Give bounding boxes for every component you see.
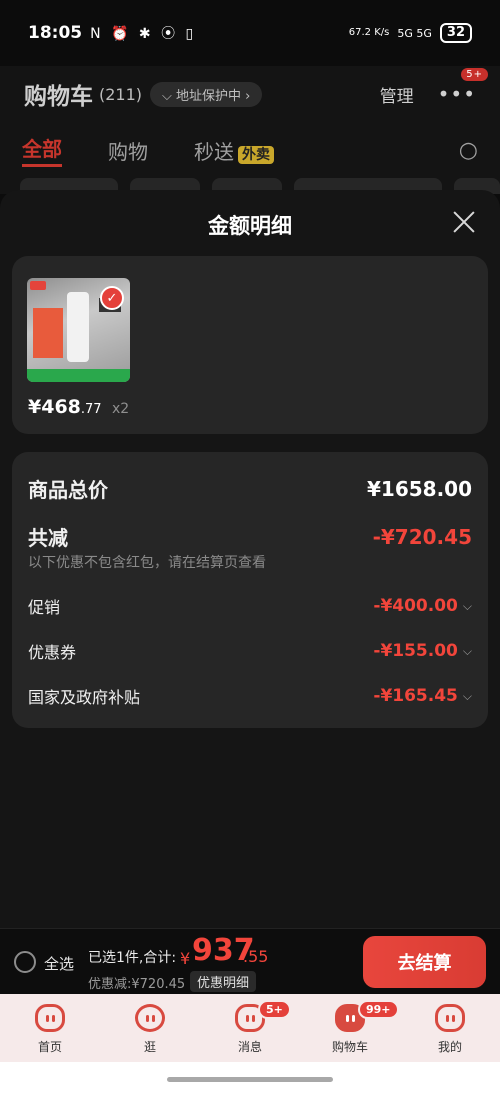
- selected-check-icon[interactable]: ✓: [100, 286, 124, 310]
- cart-header: 购物车 (211) ⌵ 地址保护中 › 管理 ••• 5+: [0, 66, 500, 122]
- address-protect-pill[interactable]: ⌵ 地址保护中 ›: [150, 81, 263, 107]
- discount-note: 以下优惠不包含红包，请在结算页查看: [28, 555, 266, 571]
- more-icon[interactable]: ••• 5+: [438, 68, 488, 106]
- nav-profile-label: 我的: [437, 1040, 462, 1054]
- profile-icon: [435, 1004, 465, 1032]
- coupon-label: 优惠券: [28, 643, 77, 662]
- status-time: 18:05: [28, 23, 83, 43]
- status-right: 67.2 K/s 5G 5G 32: [349, 23, 472, 43]
- chevron-down-icon: ⌵: [462, 688, 472, 703]
- reduce-value: -¥720.45: [372, 524, 472, 549]
- product-poster: [33, 308, 63, 358]
- cart-badge: 99+: [358, 1000, 399, 1019]
- chevron-down-icon: ⌵: [462, 598, 472, 613]
- status-icons: N ⏰ ✱ ⦿ ▯: [90, 26, 197, 42]
- total-label: 商品总价: [28, 478, 108, 502]
- subsidy-value: -¥165.45: [373, 686, 458, 706]
- coupon-row[interactable]: 优惠券 -¥155.00 ⌵: [28, 639, 472, 663]
- chevron-down-icon: ⌵: [462, 643, 472, 658]
- nav-home-label: 首页: [37, 1040, 62, 1054]
- promo-row[interactable]: 促销 -¥400.00 ⌵: [28, 594, 472, 618]
- chosen-count: 已选1件,合计:: [88, 950, 177, 966]
- cart-title: 购物车: [24, 84, 93, 110]
- sheet-title: 金额明细: [208, 214, 292, 238]
- tab-shopping[interactable]: 购物: [108, 136, 148, 165]
- reduce-row: 共减 -¥720.45: [28, 522, 472, 551]
- nav-messages-label: 消息: [237, 1040, 262, 1054]
- takeout-tag: 外卖: [238, 145, 274, 164]
- tab-all[interactable]: 全部: [22, 133, 62, 167]
- reduce-label: 共减: [28, 526, 68, 550]
- item-price-decimal: .77: [80, 402, 102, 417]
- search-icon[interactable]: ○: [459, 138, 478, 163]
- nav-cart-label: 购物车: [331, 1040, 368, 1054]
- promo-value: -¥400.00: [373, 596, 458, 616]
- discount-detail-button[interactable]: 优惠明细: [190, 971, 257, 992]
- shop-tag: [30, 281, 46, 290]
- select-all-label[interactable]: 全选: [44, 953, 74, 974]
- browse-icon: [135, 1004, 165, 1032]
- tab-express[interactable]: 秒送 外卖: [194, 136, 274, 165]
- net-speed: 67.2 K/s: [348, 27, 390, 38]
- cart-tabs: 全部 购物 秒送 外卖 ○: [0, 122, 500, 178]
- summary-card: 商品总价 ¥1658.00 共减 -¥720.45 以下优惠不包含红包，请在结算…: [12, 452, 488, 728]
- battery-icon: 32: [439, 23, 472, 43]
- more-badge: 5+: [461, 68, 488, 81]
- discount-total: 优惠减:¥720.45: [88, 977, 186, 992]
- select-all-radio[interactable]: [14, 951, 36, 973]
- nav-browse[interactable]: 逛: [100, 994, 200, 1062]
- messages-badge: 5+: [258, 1000, 291, 1019]
- total-value: ¥1658.00: [366, 476, 472, 501]
- nav-messages[interactable]: 5+ 消息: [200, 994, 300, 1062]
- item-quantity: x2: [112, 401, 130, 417]
- home-indicator-bar[interactable]: [167, 1077, 333, 1082]
- nav-cart[interactable]: 99+ 购物车: [300, 994, 400, 1062]
- total-currency: ¥: [180, 949, 191, 968]
- home-icon: [35, 1004, 65, 1032]
- subsidy-row[interactable]: 国家及政府补贴 -¥165.45 ⌵: [28, 684, 472, 708]
- nav-browse-label: 逛: [143, 1040, 156, 1054]
- home-indicator: [0, 1062, 500, 1094]
- tab-express-label: 秒送: [194, 139, 234, 164]
- item-card: ✓ ¥468.77 x2: [12, 256, 488, 434]
- subsidy-label: 国家及政府补贴: [28, 688, 141, 707]
- checkout-bar: 全选 已选1件,合计: ¥ 937 .55 优惠减:¥720.45 优惠明细 去…: [0, 928, 500, 994]
- close-icon[interactable]: [452, 210, 476, 234]
- coupon-value: -¥155.00: [373, 641, 458, 661]
- status-bar: 18:05 N ⏰ ✱ ⦿ ▯ 67.2 K/s 5G 5G 32: [0, 0, 500, 66]
- nav-home[interactable]: 首页: [0, 994, 100, 1062]
- item-price-main: ¥468: [28, 396, 81, 418]
- amount-detail-sheet: 金额明细 ✓ ¥468.77 x2 商品总价 ¥1658.00 共减 -¥720…: [0, 190, 500, 928]
- checkout-button[interactable]: 去结算: [363, 936, 486, 988]
- item-price: ¥468.77: [28, 396, 102, 418]
- manage-button[interactable]: 管理: [380, 82, 414, 107]
- promo-label: 促销: [28, 598, 61, 617]
- promo-strip: [27, 369, 130, 382]
- signal-icon: 5G 5G: [397, 26, 432, 40]
- bottom-nav: 首页 逛 5+ 消息 99+ 购物车 我的: [0, 994, 500, 1062]
- total-amount-decimal: .55: [243, 947, 269, 966]
- nav-profile[interactable]: 我的: [400, 994, 500, 1062]
- product-chair: [67, 292, 89, 362]
- cart-count: (211): [99, 84, 143, 104]
- total-row: 商品总价 ¥1658.00: [28, 474, 472, 503]
